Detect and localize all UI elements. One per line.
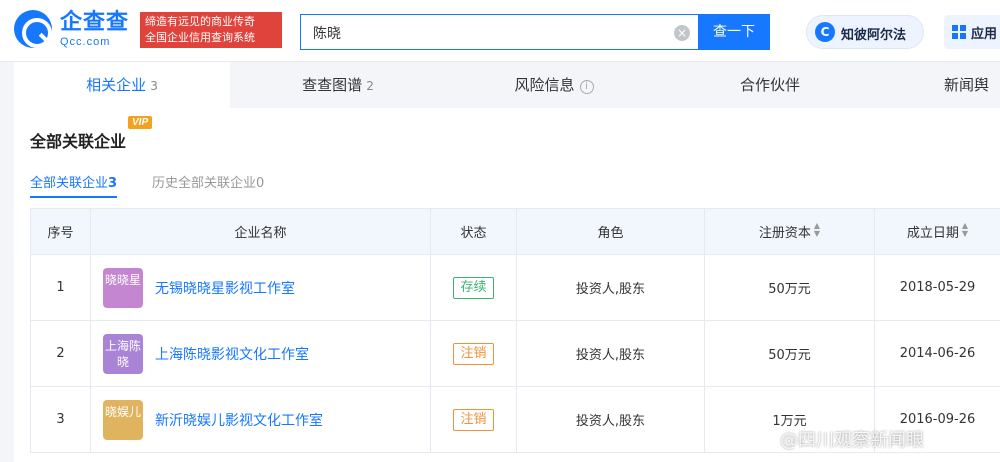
subtab-count: 0 bbox=[256, 176, 265, 191]
header-status: 状态 bbox=[430, 208, 517, 255]
table-header-row: 序号 企业名称 状态 角色 注册资本▲ ▼ 成立日期▲ ▼ bbox=[30, 208, 1000, 255]
role-cell: 投资人,股东 bbox=[516, 320, 705, 387]
content-panel: 全部关联企业 VIP 全部关联企业3 历史全部关联企业0 序号 企业名称 状态 … bbox=[14, 108, 1000, 462]
tab-partners[interactable]: 合作伙伴 bbox=[662, 62, 878, 108]
row-index: 3 bbox=[30, 386, 91, 453]
tab-label: 相关企业 bbox=[86, 76, 147, 94]
magnifier-logo-icon bbox=[14, 10, 52, 48]
grid-icon bbox=[952, 25, 966, 39]
header-role: 角色 bbox=[516, 208, 705, 255]
vip-badge: VIP bbox=[128, 116, 153, 129]
subtab-history-related[interactable]: 历史全部关联企业0 bbox=[152, 172, 264, 198]
header-founded-date[interactable]: 成立日期▲ ▼ bbox=[874, 208, 1000, 255]
capital-cell: 50万元 bbox=[704, 320, 875, 387]
table-row: 1 晓晓星无锡晓晓星影视工作室 存续 投资人,股东 50万元 2018-05-2… bbox=[30, 254, 1000, 321]
table-row: 2 上海陈晓 上海陈晓影视文化工作室 注销 投资人,股东 50万元 2014-06… bbox=[30, 320, 1000, 387]
related-companies-table: 序号 企业名称 状态 角色 注册资本▲ ▼ 成立日期▲ ▼ 1 晓晓星无锡晓晓星影视… bbox=[30, 208, 1000, 453]
company-logo: 晓娱儿 bbox=[103, 399, 143, 440]
tab-label: 合作伙伴 bbox=[739, 76, 800, 94]
search-input[interactable] bbox=[313, 23, 653, 43]
status-cell: 注销 bbox=[430, 386, 517, 453]
info-icon: i bbox=[579, 80, 594, 94]
search-button[interactable]: 查一下 bbox=[698, 14, 770, 50]
status-badge: 存续 bbox=[453, 276, 494, 299]
watermark: @四川观察新闻眼 bbox=[780, 430, 924, 451]
status-cell: 注销 bbox=[430, 320, 517, 387]
company-name-link[interactable]: 上海陈晓影视文化工作室 bbox=[155, 347, 309, 363]
capital-cell: 50万元 bbox=[704, 254, 875, 321]
alpha-label: 知彼阿尔法 bbox=[841, 28, 907, 43]
apps-button[interactable]: 应用 bbox=[944, 15, 1000, 49]
company-logo: 晓晓星 bbox=[103, 267, 143, 308]
top-header: 企查查 Qcc.com 缔造有远见的商业传奇 全国企业信用查询系统 × 查一下 … bbox=[0, 0, 1000, 62]
qcc-logo[interactable]: 企查查 Qcc.com bbox=[14, 10, 138, 52]
company-cell: 晓娱儿新沂晓娱儿影视文化工作室 bbox=[90, 386, 431, 453]
tab-label: 风险信息 bbox=[514, 76, 575, 94]
role-cell: 投资人,股东 bbox=[516, 386, 705, 453]
subtab-label: 全部关联企业 bbox=[30, 176, 109, 191]
search-box: × bbox=[300, 14, 698, 50]
row-index: 2 bbox=[30, 320, 91, 387]
date-cell: 2014-06-26 bbox=[874, 320, 1000, 387]
alpha-button[interactable]: C 知彼阿尔法 bbox=[806, 15, 924, 49]
tab-count: 3 bbox=[150, 79, 158, 93]
row-index: 1 bbox=[30, 254, 91, 321]
subtab-count: 3 bbox=[108, 176, 118, 191]
tab-label: 新闻舆 bbox=[944, 76, 990, 94]
main-tabs: 相关企业 3 查查图谱 2 风险信息 i 合作伙伴 新闻舆 bbox=[14, 62, 1000, 108]
company-name-link[interactable]: 无锡晓晓星影视工作室 bbox=[155, 281, 295, 297]
sort-icon[interactable]: ▲ ▼ bbox=[962, 222, 968, 238]
tab-graph[interactable]: 查查图谱 2 bbox=[230, 62, 446, 108]
tab-related-companies[interactable]: 相关企业 3 bbox=[14, 62, 230, 108]
alpha-logo-icon: C bbox=[815, 22, 835, 42]
company-cell: 上海陈晓 上海陈晓影视文化工作室 bbox=[90, 320, 431, 387]
logo-text: 企查查 bbox=[60, 10, 130, 35]
subtab-all-related[interactable]: 全部关联企业3 bbox=[30, 172, 118, 198]
tab-news[interactable]: 新闻舆 bbox=[914, 62, 1000, 108]
date-cell: 2018-05-29 bbox=[874, 254, 1000, 321]
company-cell: 晓晓星无锡晓晓星影视工作室 bbox=[90, 254, 431, 321]
header-index: 序号 bbox=[30, 208, 91, 255]
company-logo: 上海陈晓 bbox=[103, 333, 143, 374]
clear-icon[interactable]: × bbox=[674, 25, 690, 41]
status-cell: 存续 bbox=[430, 254, 517, 321]
slogan-banner: 缔造有远见的商业传奇 全国企业信用查询系统 bbox=[140, 12, 282, 48]
subtab-label: 历史全部关联企业 bbox=[152, 176, 257, 191]
tab-label: 查查图谱 bbox=[302, 76, 363, 94]
header-capital-label: 注册资本 bbox=[758, 226, 811, 241]
status-badge: 注销 bbox=[453, 408, 494, 431]
header-capital[interactable]: 注册资本▲ ▼ bbox=[704, 208, 875, 255]
apps-label: 应用 bbox=[971, 27, 998, 42]
status-badge: 注销 bbox=[453, 342, 494, 365]
tab-risk-info[interactable]: 风险信息 i bbox=[446, 62, 662, 108]
header-company-name: 企业名称 bbox=[90, 208, 431, 255]
slogan-line-1: 缔造有远见的商业传奇 bbox=[145, 15, 255, 28]
role-cell: 投资人,股东 bbox=[516, 254, 705, 321]
slogan-line-2: 全国企业信用查询系统 bbox=[145, 31, 255, 44]
logo-domain: Qcc.com bbox=[60, 36, 111, 48]
company-name-link[interactable]: 新沂晓娱儿影视文化工作室 bbox=[155, 413, 323, 429]
tab-count: 2 bbox=[366, 79, 374, 93]
header-date-label: 成立日期 bbox=[906, 226, 959, 241]
section-title: 全部关联企业 bbox=[30, 132, 127, 151]
sort-icon[interactable]: ▲ ▼ bbox=[814, 222, 820, 238]
